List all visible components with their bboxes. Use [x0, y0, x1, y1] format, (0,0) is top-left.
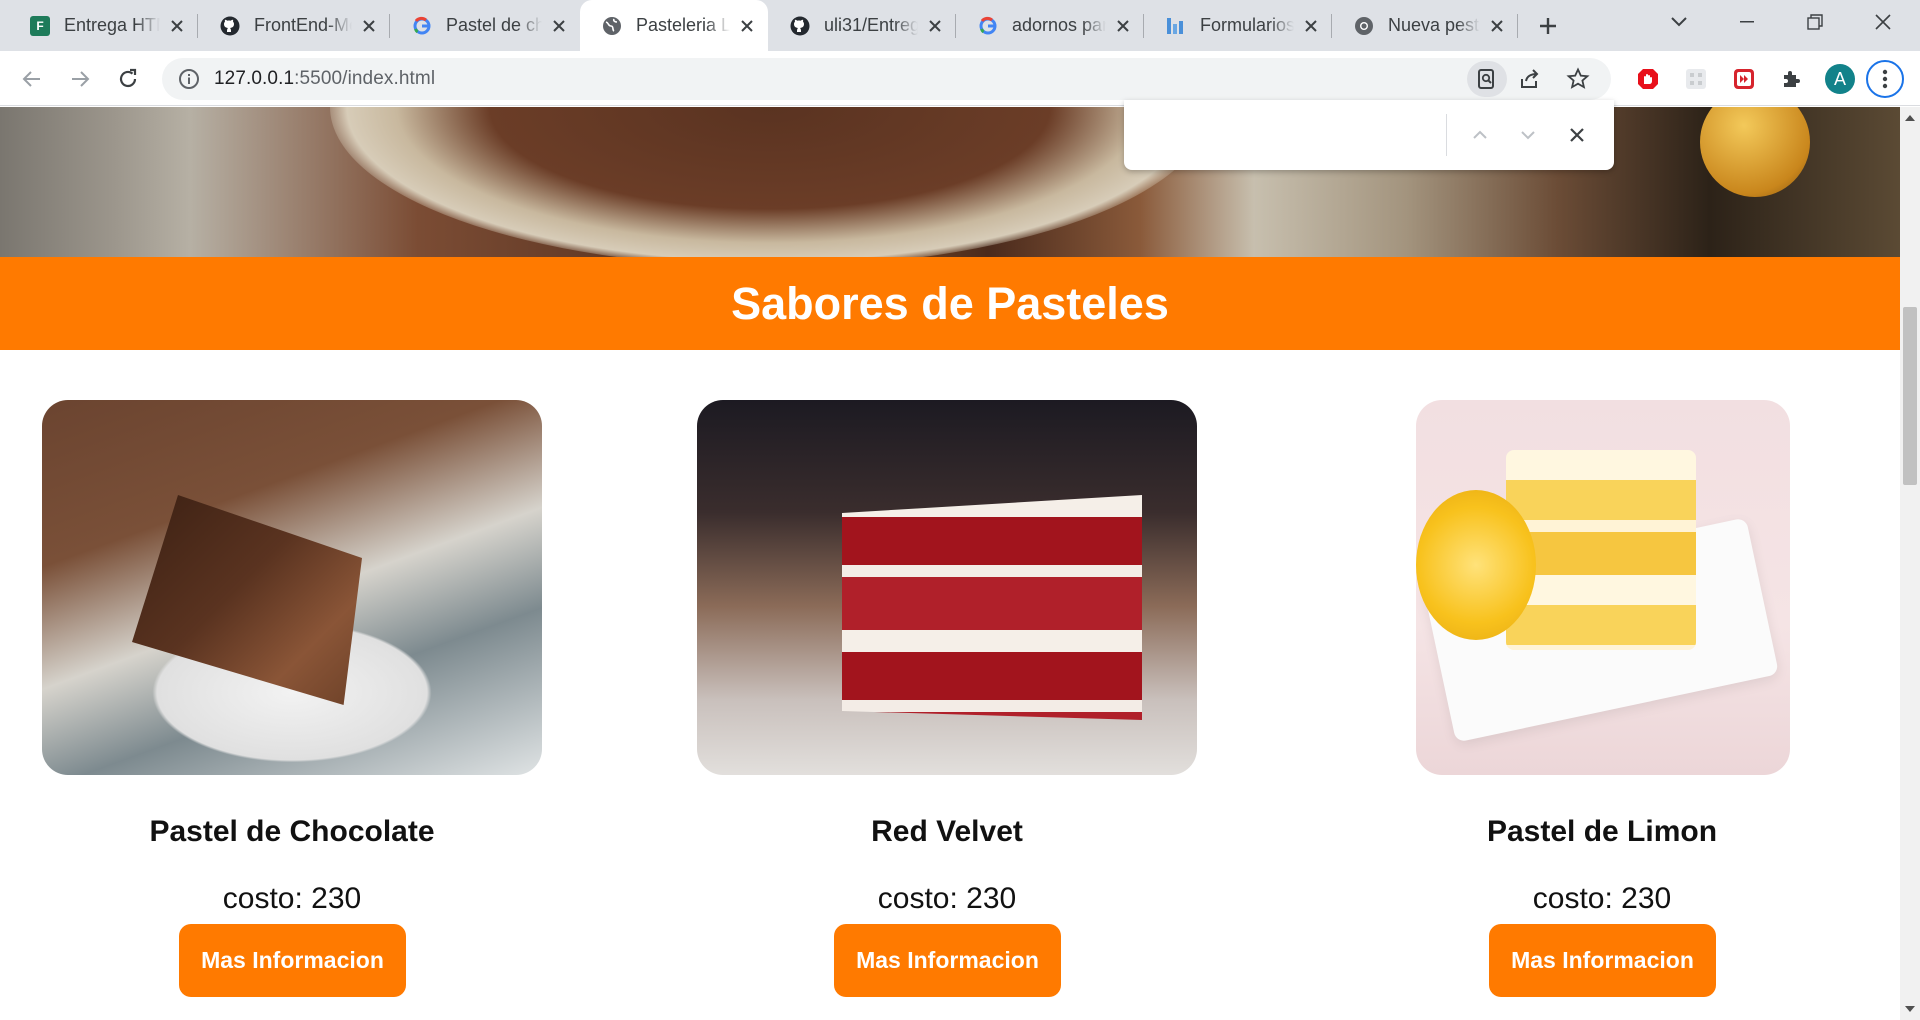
product-price: costo: 230 [222, 882, 362, 915]
product-name: Pastel de Chocolate [149, 815, 435, 848]
globe-icon [602, 16, 622, 36]
close-icon[interactable] [1300, 15, 1322, 37]
cake-slice [842, 495, 1142, 720]
reload-button[interactable] [110, 61, 146, 97]
product-name: Pastel de Limon [1486, 815, 1718, 848]
chrome-icon [1354, 16, 1374, 36]
product-price: costo: 230 [877, 882, 1017, 915]
info-icon[interactable] [178, 68, 200, 95]
tab-title: Pasteleria Luna [636, 15, 730, 35]
url-host: 127.0.0.1 [214, 68, 295, 89]
chocolate-cake-photo [42, 400, 542, 775]
chart-icon [1166, 16, 1186, 36]
hero-banner-image [0, 107, 1900, 257]
tab-title: Nueva pestaña [1388, 15, 1480, 35]
tab-uli31-entrega[interactable]: uli31/Entrega [768, 0, 956, 51]
tab-adornos[interactable]: adornos para pastel [956, 0, 1144, 51]
google-icon [978, 16, 998, 36]
lemon-cake-photo [1416, 400, 1790, 775]
github-icon [790, 16, 810, 36]
tab-nueva-pestana[interactable]: Nueva pestaña [1332, 0, 1518, 51]
close-icon[interactable] [736, 15, 758, 37]
more-info-button[interactable]: Mas Informacion [1489, 924, 1716, 997]
find-bar [1124, 100, 1614, 170]
red-velvet-cake-photo [697, 400, 1197, 775]
address-bar[interactable]: 127.0.0.1:5500/index.html [162, 58, 1611, 100]
section-title: Sabores de Pasteles [731, 277, 1169, 329]
extension-grid-icon[interactable] [1682, 65, 1710, 93]
tab-pastel-chocolate[interactable]: Pastel de chocolate [390, 0, 580, 51]
tab-title: uli31/Entrega [824, 15, 918, 35]
page-scrollbar[interactable] [1900, 107, 1920, 1020]
tab-entrega[interactable]: F Entrega HTML [8, 0, 198, 51]
tab-title: FrontEnd-Mentor [254, 15, 352, 35]
close-icon[interactable] [924, 15, 946, 37]
screen-recorder-extension-icon[interactable] [1730, 65, 1758, 93]
more-info-button[interactable]: Mas Informacion [834, 924, 1061, 997]
tab-pasteleria-active[interactable]: Pasteleria Luna [580, 0, 768, 51]
forward-button[interactable] [62, 61, 98, 97]
close-window-button[interactable] [1852, 0, 1914, 44]
page-viewport: Sabores de Pasteles Pastel de Chocolate … [0, 107, 1900, 1020]
find-in-page-icon[interactable] [1467, 61, 1507, 97]
restore-button[interactable] [1784, 0, 1846, 44]
hero-cake-plate [330, 107, 1210, 257]
scroll-up-icon[interactable] [1900, 109, 1920, 127]
browser-menu-button[interactable] [1866, 60, 1904, 98]
find-previous-icon[interactable] [1467, 122, 1493, 148]
profile-avatar[interactable]: A [1825, 64, 1855, 94]
cake-slice [132, 495, 362, 705]
product-name: Red Velvet [871, 815, 1023, 848]
adblock-extension-icon[interactable] [1634, 65, 1662, 93]
close-icon[interactable] [1112, 15, 1134, 37]
tab-title: adornos para pastel [1012, 15, 1106, 35]
lemon-half [1416, 490, 1536, 640]
close-icon[interactable] [166, 15, 188, 37]
find-next-icon[interactable] [1515, 122, 1541, 148]
back-button[interactable] [14, 61, 50, 97]
github-icon [220, 16, 240, 36]
forms-icon: F [30, 15, 50, 36]
close-icon[interactable] [548, 15, 570, 37]
tab-strip: F Entrega HTML FrontEnd-Mentor Pastel de… [0, 0, 1920, 51]
hero-orange [1700, 107, 1810, 197]
scrollbar-thumb[interactable] [1903, 307, 1917, 485]
tab-frontend-mentor[interactable]: FrontEnd-Mentor [198, 0, 390, 51]
tab-title: Entrega HTML [64, 15, 160, 35]
find-close-icon[interactable] [1564, 122, 1590, 148]
close-icon[interactable] [1486, 15, 1508, 37]
new-tab-button[interactable] [1532, 10, 1564, 42]
browser-toolbar: 127.0.0.1:5500/index.html A [0, 51, 1920, 106]
url-text: 127.0.0.1:5500/index.html [214, 68, 435, 90]
tab-title: Pastel de chocolate [446, 15, 542, 35]
more-info-button[interactable]: Mas Informacion [179, 924, 406, 997]
tab-search-button[interactable] [1648, 0, 1710, 44]
bookmark-star-icon[interactable] [1566, 67, 1590, 96]
minimize-button[interactable] [1716, 0, 1778, 44]
extensions-puzzle-icon[interactable] [1778, 65, 1806, 93]
tab-formularios[interactable]: Formularios [1144, 0, 1332, 51]
share-icon[interactable] [1518, 67, 1542, 96]
product-price: costo: 230 [1532, 882, 1672, 915]
google-icon [412, 16, 432, 36]
find-separator [1446, 114, 1447, 156]
scroll-down-icon[interactable] [1900, 1000, 1920, 1018]
url-path: :5500/index.html [294, 68, 436, 89]
section-header: Sabores de Pasteles [0, 257, 1900, 350]
tab-separator [1517, 14, 1518, 38]
tab-title: Formularios [1200, 15, 1294, 35]
close-icon[interactable] [358, 15, 380, 37]
